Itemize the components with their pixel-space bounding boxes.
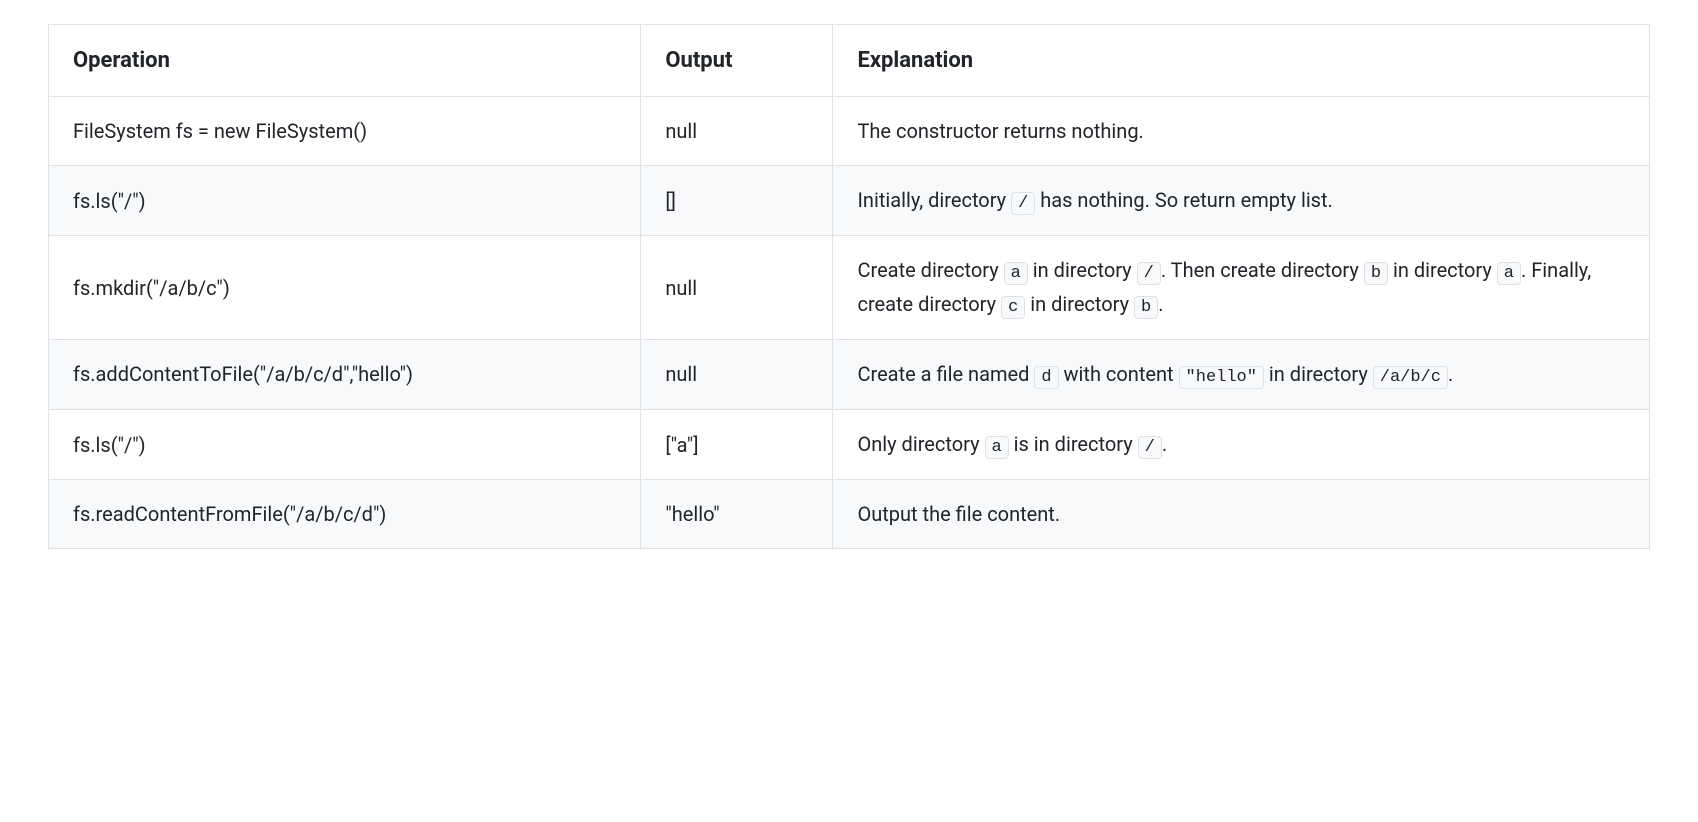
table-row: fs.readContentFromFile("/a/b/c/d")"hello… — [49, 480, 1650, 549]
cell-output: "hello" — [641, 480, 833, 549]
cell-output: [] — [641, 166, 833, 236]
cell-output: ["a"] — [641, 409, 833, 479]
cell-explanation: Create directory a in directory /. Then … — [833, 236, 1650, 339]
inline-code: / — [1137, 262, 1161, 285]
inline-code: "hello" — [1179, 366, 1264, 389]
inline-code: / — [1011, 192, 1035, 215]
cell-operation: fs.ls("/") — [49, 409, 641, 479]
cell-operation: fs.mkdir("/a/b/c") — [49, 236, 641, 339]
cell-explanation: Create a file named d with content "hell… — [833, 339, 1650, 409]
cell-operation: fs.readContentFromFile("/a/b/c/d") — [49, 480, 641, 549]
cell-explanation: Initially, directory / has nothing. So r… — [833, 166, 1650, 236]
filesystem-operations-table: Operation Output Explanation FileSystem … — [48, 24, 1650, 549]
cell-explanation: The constructor returns nothing. — [833, 97, 1650, 166]
inline-code: a — [1004, 262, 1028, 285]
inline-code: / — [1138, 436, 1162, 459]
cell-explanation: Output the file content. — [833, 480, 1650, 549]
header-output: Output — [641, 25, 833, 97]
cell-output: null — [641, 236, 833, 339]
header-explanation: Explanation — [833, 25, 1650, 97]
cell-operation: FileSystem fs = new FileSystem() — [49, 97, 641, 166]
table-row: fs.addContentToFile("/a/b/c/d","hello")n… — [49, 339, 1650, 409]
cell-output: null — [641, 339, 833, 409]
header-operation: Operation — [49, 25, 641, 97]
inline-code: b — [1134, 296, 1158, 319]
inline-code: d — [1034, 366, 1058, 389]
inline-code: b — [1364, 262, 1388, 285]
inline-code: c — [1001, 296, 1025, 319]
cell-operation: fs.ls("/") — [49, 166, 641, 236]
table-row: fs.mkdir("/a/b/c")nullCreate directory a… — [49, 236, 1650, 339]
inline-code: /a/b/c — [1373, 366, 1448, 389]
inline-code: a — [1497, 262, 1521, 285]
table-body: FileSystem fs = new FileSystem()nullThe … — [49, 97, 1650, 549]
cell-explanation: Only directory a is in directory /. — [833, 409, 1650, 479]
table-row: fs.ls("/")[]Initially, directory / has n… — [49, 166, 1650, 236]
table-row: fs.ls("/")["a"]Only directory a is in di… — [49, 409, 1650, 479]
table-row: FileSystem fs = new FileSystem()nullThe … — [49, 97, 1650, 166]
inline-code: a — [985, 436, 1009, 459]
cell-operation: fs.addContentToFile("/a/b/c/d","hello") — [49, 339, 641, 409]
cell-output: null — [641, 97, 833, 166]
table-header-row: Operation Output Explanation — [49, 25, 1650, 97]
